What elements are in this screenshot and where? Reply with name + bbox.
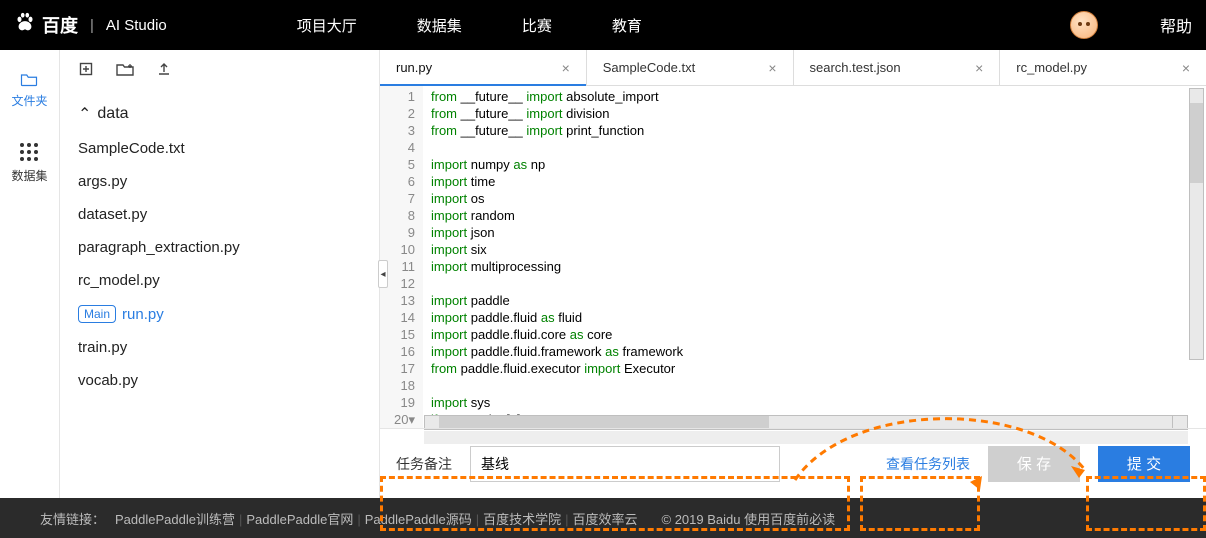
highlight-box-submit xyxy=(1086,476,1206,531)
line-gutter: 1 2 3 4 5 6 7 8 9 10 11 12 13 14 15 16 1… xyxy=(380,86,423,428)
view-task-list-link[interactable]: 查看任务列表 xyxy=(886,454,970,474)
scrollbar-vertical[interactable] xyxy=(1189,88,1204,360)
close-icon[interactable]: × xyxy=(768,60,776,76)
close-icon[interactable]: × xyxy=(1182,60,1190,76)
editor-area: ◂ run.py×SampleCode.txt×search.test.json… xyxy=(380,50,1206,498)
editor-tab[interactable]: search.test.json× xyxy=(794,50,1001,85)
main-nav: 项目大厅 数据集 比赛 教育 xyxy=(297,15,642,36)
avatar[interactable] xyxy=(1070,11,1098,39)
close-icon[interactable]: × xyxy=(975,60,983,76)
highlight-box-task-note xyxy=(380,476,850,531)
file-row[interactable]: SampleCode.txt xyxy=(74,132,379,165)
grid-icon xyxy=(20,143,38,161)
nav-help[interactable]: 帮助 xyxy=(1160,13,1192,37)
task-note-label: 任务备注 xyxy=(396,454,452,474)
nav-projects[interactable]: 项目大厅 xyxy=(297,15,357,36)
left-sidebar: 文件夹 数据集 xyxy=(0,50,60,498)
new-folder-icon[interactable] xyxy=(116,62,134,81)
folder-row[interactable]: ⌃ data xyxy=(74,96,379,132)
file-row[interactable]: vocab.py xyxy=(74,364,379,397)
footer-label: 友情链接： xyxy=(40,509,105,528)
footer-link[interactable]: PaddlePaddle官网 xyxy=(246,512,353,527)
editor-tab[interactable]: SampleCode.txt× xyxy=(587,50,794,85)
code-content[interactable]: from __future__ import absolute_import f… xyxy=(423,86,1206,428)
file-row[interactable]: Mainrun.py xyxy=(74,297,379,331)
folder-icon xyxy=(20,72,38,86)
editor-tab[interactable]: rc_model.py× xyxy=(1000,50,1206,85)
nav-datasets[interactable]: 数据集 xyxy=(417,15,462,36)
file-toolbar xyxy=(60,50,379,92)
new-file-icon[interactable] xyxy=(78,61,94,82)
logo[interactable]: 百度 | AI Studio xyxy=(14,12,167,38)
top-nav: 百度 | AI Studio 项目大厅 数据集 比赛 教育 帮助 xyxy=(0,0,1206,50)
sidebar-item-files[interactable]: 文件夹 xyxy=(11,72,47,109)
upload-icon[interactable] xyxy=(156,61,172,82)
baidu-text: 百度 xyxy=(42,12,78,38)
sidebar-item-datasets[interactable]: 数据集 xyxy=(11,143,47,184)
file-row[interactable]: dataset.py xyxy=(74,198,379,231)
chevron-down-icon: ⌃ xyxy=(78,104,91,124)
panel-collapse-handle[interactable]: ◂ xyxy=(378,260,388,288)
file-row[interactable]: args.py xyxy=(74,165,379,198)
baidu-paw-icon xyxy=(14,12,36,38)
save-button[interactable]: 保 存 xyxy=(988,446,1080,482)
editor-tab[interactable]: run.py× xyxy=(380,50,587,85)
code-editor[interactable]: 1 2 3 4 5 6 7 8 9 10 11 12 13 14 15 16 1… xyxy=(380,86,1206,428)
nav-education[interactable]: 教育 xyxy=(612,15,642,36)
main-badge: Main xyxy=(78,305,116,323)
file-row[interactable]: train.py xyxy=(74,331,379,364)
nav-competitions[interactable]: 比赛 xyxy=(522,15,552,36)
highlight-box-view-list xyxy=(860,476,980,531)
file-panel: ⌃ data SampleCode.txtargs.pydataset.pypa… xyxy=(60,50,380,498)
file-row[interactable]: paragraph_extraction.py xyxy=(74,231,379,264)
file-row[interactable]: rc_model.py xyxy=(74,264,379,297)
file-tree: ⌃ data SampleCode.txtargs.pydataset.pypa… xyxy=(60,92,379,397)
footer-link[interactable]: PaddlePaddle训练营 xyxy=(115,512,235,527)
editor-tabs: run.py×SampleCode.txt×search.test.json×r… xyxy=(380,50,1206,86)
close-icon[interactable]: × xyxy=(562,60,570,76)
studio-text: AI Studio xyxy=(106,17,167,34)
